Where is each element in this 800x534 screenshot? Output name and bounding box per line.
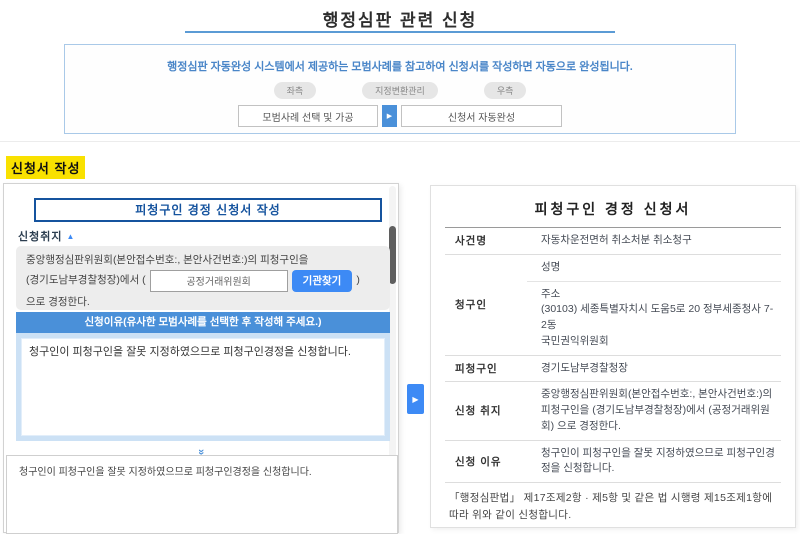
flow-target-box: 신청서 자동완성 bbox=[401, 105, 562, 127]
reason-section-header: 신청이유(유사한 모범사례를 선택한 후 작성해 주세요.) bbox=[16, 312, 390, 333]
address-line1: (30103) 세종특별자치시 도움5로 20 정부세종청사 7-2동 bbox=[541, 302, 777, 334]
reason-result-box: 청구인이 피청구인을 잘못 지정하였으므로 피청구인경정을 신청합니다. bbox=[6, 455, 398, 534]
table-row-case-name: 사건명 자동차운전면허 취소처분 취소청구 bbox=[445, 228, 781, 254]
application-editor-card: 피청구인 경정 신청서 작성 신청취지 ▲ 중앙행정심판위원회(본안접수번호:,… bbox=[3, 183, 399, 533]
claimant-address-value: 주소 (30103) 세종특별자치시 도움5로 20 정부세종청사 7-2동 국… bbox=[527, 281, 781, 355]
scrollbar-thumb[interactable] bbox=[389, 226, 396, 284]
status-badge-left: 좌측 bbox=[274, 82, 317, 99]
purpose-line1: 중앙행정심판위원회(본안접수번호:, 본안사건번호:)의 피청구인을 bbox=[26, 253, 380, 268]
editor-title: 피청구인 경정 신청서 작성 bbox=[34, 198, 382, 222]
purpose-label-text: 신청취지 bbox=[18, 231, 62, 243]
title-underline bbox=[185, 31, 615, 33]
application-preview-card: 피청구인 경정 신청서 사건명 자동차운전면허 취소처분 취소청구 청구인 성명… bbox=[430, 185, 796, 528]
purpose-section-label: 신청취지 ▲ bbox=[18, 228, 75, 244]
table-row-purpose: 신청 취지 중앙행정심판위원회(본안접수번호:, 본안사건번호:)의 피청구인을… bbox=[445, 382, 781, 440]
intro-description: 행정심판 자동완성 시스템에서 제공하는 모범사례를 참고하여 신청서를 작성하… bbox=[65, 58, 735, 74]
status-badge-right: 우측 bbox=[484, 82, 527, 99]
legal-basis-text: 「행정심판법」 제17조제2항 · 제5항 및 같은 법 시행령 제15조제1항… bbox=[449, 490, 777, 525]
section-heading: 신청서 작성 bbox=[6, 156, 85, 179]
badge-row: 좌측 지정변환관리 우측 bbox=[65, 82, 735, 99]
org-search-input[interactable] bbox=[150, 270, 288, 292]
reason-panel: 청구인이 피청구인을 잘못 지정하였으므로 피청구인경정을 신청합니다. bbox=[16, 333, 390, 441]
flow-source-box: 모범사례 선택 및 가공 bbox=[238, 105, 378, 127]
transfer-right-button[interactable]: ▶ bbox=[407, 384, 424, 414]
table-row-respondent: 피청구인 경기도남부경찰청장 bbox=[445, 355, 781, 382]
reason-row-value: 청구인이 피청구인을 잘못 지정하였으므로 피청구인경정을 신청합니다. bbox=[527, 440, 781, 483]
claimant-label: 청구인 bbox=[445, 254, 527, 355]
claimant-name-value: 성명 bbox=[527, 254, 781, 281]
page-title: 행정심판 관련 신청 bbox=[0, 6, 800, 31]
intro-box: 행정심판 자동완성 시스템에서 제공하는 모범사례를 참고하여 신청서를 작성하… bbox=[64, 44, 736, 134]
flow-arrow-icon: ▶ bbox=[382, 105, 397, 127]
preview-table: 사건명 자동차운전면허 취소처분 취소청구 청구인 성명 주소 (30103) … bbox=[445, 228, 781, 483]
case-name-label: 사건명 bbox=[445, 228, 527, 254]
purpose-row-value: 중앙행정심판위원회(본안접수번호:, 본안사건번호:)의 피청구인을 (경기도남… bbox=[527, 382, 781, 440]
table-row-reason: 신청 이유 청구인이 피청구인을 잘못 지정하였으므로 피청구인경정을 신청합니… bbox=[445, 440, 781, 483]
respondent-value: 경기도남부경찰청장 bbox=[527, 355, 781, 382]
purpose-line2: (경기도남부경찰청장)에서 ( 기관찾기 ) bbox=[26, 270, 380, 292]
reason-textarea[interactable]: 청구인이 피청구인을 잘못 지정하였으므로 피청구인경정을 신청합니다. bbox=[21, 338, 385, 436]
purpose-line2-suffix: ) bbox=[356, 273, 360, 288]
purpose-line2-prefix: (경기도남부경찰청장)에서 ( bbox=[26, 273, 146, 288]
table-row-claimant-name: 청구인 성명 bbox=[445, 254, 781, 281]
purpose-row-label: 신청 취지 bbox=[445, 382, 527, 440]
preview-title: 피청구인 경정 신청서 bbox=[445, 199, 781, 219]
find-org-button[interactable]: 기관찾기 bbox=[292, 270, 353, 292]
address-label: 주소 bbox=[541, 287, 777, 303]
status-badge-middle: 지정변환관리 bbox=[362, 82, 438, 99]
case-name-value: 자동차운전면허 취소처분 취소청구 bbox=[527, 228, 781, 254]
purpose-line3: 으로 경정한다. bbox=[26, 295, 380, 310]
respondent-label: 피청구인 bbox=[445, 355, 527, 382]
address-line2: 국민권익위원회 bbox=[541, 334, 777, 350]
purpose-box: 중앙행정심판위원회(본안접수번호:, 본안사건번호:)의 피청구인을 (경기도남… bbox=[16, 246, 390, 310]
section-divider bbox=[0, 141, 800, 142]
process-flow: 모범사례 선택 및 가공 ▶ 신청서 자동완성 bbox=[65, 105, 735, 127]
reason-row-label: 신청 이유 bbox=[445, 440, 527, 483]
collapse-icon[interactable]: ▲ bbox=[67, 232, 76, 241]
